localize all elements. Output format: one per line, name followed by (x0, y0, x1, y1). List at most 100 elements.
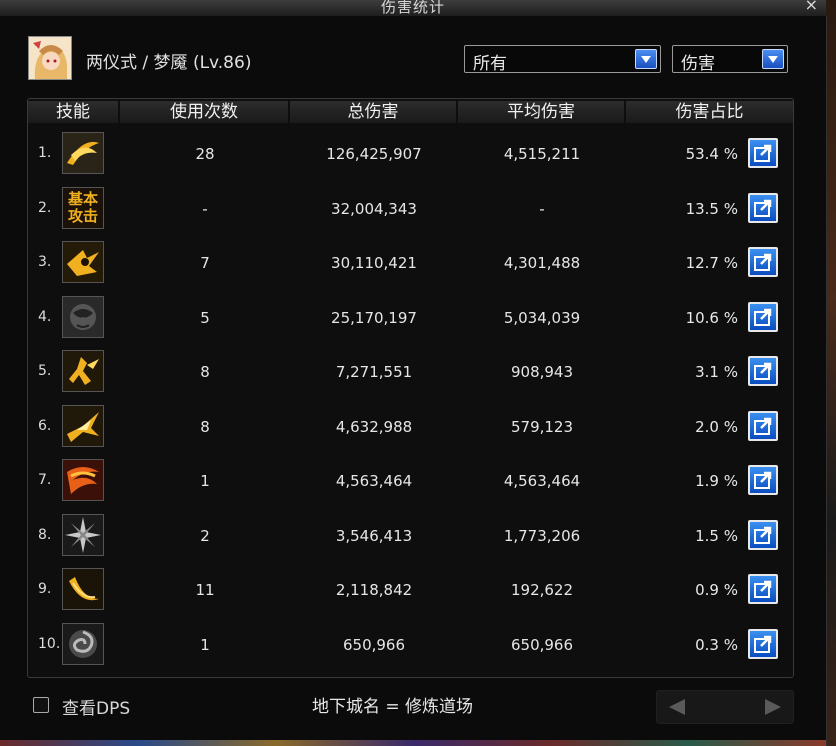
background-strip (826, 0, 836, 746)
row-index: 3. (38, 254, 52, 270)
next-page-button[interactable] (761, 697, 785, 717)
row-index: 1. (38, 145, 52, 161)
share-icon (754, 526, 772, 544)
damage-percent-cell: 53.4 % (685, 145, 738, 163)
detail-button[interactable] (748, 138, 778, 168)
row-index: 8. (38, 526, 52, 543)
total-damage-cell: 4,632,988 (335, 417, 413, 436)
share-icon (754, 635, 772, 653)
table-row[interactable]: 10. 1 650,966 650,966 0.3 % (28, 618, 793, 672)
arrow-left-icon (669, 699, 685, 715)
uses-cell: 28 (195, 145, 215, 163)
table-header: 技能 使用次数 总伤害 平均伤害 伤害占比 (28, 99, 793, 125)
header-average[interactable]: 平均伤害 (458, 101, 626, 123)
total-damage-cell: 126,425,907 (326, 145, 422, 163)
window-title: 伤害统计 (380, 0, 445, 16)
table-row[interactable]: 3. 7 30,110,421 4,301,488 12.7 % (28, 236, 793, 290)
total-damage-cell: 2,118,842 (335, 581, 413, 599)
total-damage-cell: 650,966 (342, 635, 406, 654)
damage-percent-cell: 1.9 % (695, 472, 738, 490)
metric-value: 伤害 (681, 54, 715, 74)
detail-button[interactable] (748, 410, 778, 441)
row-index: 6. (38, 417, 52, 434)
damage-percent-cell: 13.5 % (685, 199, 738, 218)
table-row[interactable]: 7. 1 4,563,464 4,563,464 1.9 % (28, 454, 793, 508)
table-row[interactable]: 6. 8 4,632,988 579,123 2.0 % (28, 400, 793, 454)
close-icon[interactable]: × (805, 0, 818, 14)
header-skill[interactable]: 技能 (28, 101, 120, 123)
detail-button[interactable] (748, 356, 778, 386)
total-damage-cell: 4,563,464 (335, 472, 413, 490)
damage-percent-cell: 10.6 % (685, 308, 738, 327)
chevron-down-icon[interactable] (762, 49, 784, 69)
average-damage-cell: 5,034,039 (503, 308, 581, 327)
average-damage-cell: 1,773,206 (503, 526, 581, 545)
scope-dropdown[interactable]: 所有 (464, 45, 661, 74)
damage-percent-cell: 0.9 % (695, 581, 738, 599)
share-icon (754, 417, 772, 435)
uses-cell: 8 (200, 363, 210, 381)
uses-cell: 8 (200, 417, 210, 436)
total-damage-cell: 3,546,413 (335, 526, 413, 545)
table-row[interactable]: 8. 2 3,546,413 1,773,206 1.5 % (28, 509, 793, 563)
average-damage-cell: 4,563,464 (503, 472, 581, 490)
average-damage-cell: 4,301,488 (503, 254, 581, 272)
total-damage-cell: 30,110,421 (331, 254, 417, 272)
uses-cell: 5 (200, 308, 210, 327)
row-index: 4. (38, 308, 52, 325)
detail-button[interactable] (748, 519, 778, 550)
scope-value: 所有 (473, 54, 507, 74)
header-percent[interactable]: 伤害占比 (626, 101, 793, 123)
table-row[interactable]: 5. 8 7,271,551 908,943 3.1 % (28, 345, 793, 399)
average-damage-cell: 650,966 (510, 635, 574, 654)
basic-attack-label: 基本攻击 (63, 187, 103, 228)
uses-cell: - (202, 199, 208, 218)
silver-star-icon (62, 513, 104, 556)
detail-button[interactable] (748, 574, 778, 604)
character-name: 两仪式 / 梦魇 (Lv.86) (86, 53, 252, 73)
chevron-down-icon[interactable] (635, 49, 657, 69)
row-index: 7. (38, 472, 52, 488)
share-icon (754, 362, 772, 380)
show-dps-label[interactable]: 查看DPS (62, 694, 130, 719)
uses-cell: 2 (200, 526, 210, 545)
prev-page-button[interactable] (665, 697, 689, 717)
title-bar[interactable]: 伤害统计 × (0, 0, 826, 17)
golden-slash-icon (62, 132, 104, 174)
pagination (656, 690, 794, 724)
total-damage-cell: 25,170,197 (331, 308, 417, 327)
header-total[interactable]: 总伤害 (290, 101, 458, 123)
damage-percent-cell: 12.7 % (685, 254, 738, 272)
detail-button[interactable] (748, 301, 778, 332)
average-damage-cell: 579,123 (510, 417, 574, 436)
uses-cell: 1 (200, 635, 210, 654)
detail-button[interactable] (748, 465, 778, 495)
metric-dropdown[interactable]: 伤害 (672, 45, 788, 74)
golden-burst-icon (62, 404, 104, 447)
game-hud-strip (0, 740, 826, 746)
average-damage-cell: 4,515,211 (503, 145, 581, 163)
character-avatar (28, 36, 72, 80)
golden-figure-icon (62, 350, 104, 392)
header-uses[interactable]: 使用次数 (120, 101, 290, 123)
table-row[interactable]: 2. 基本攻击 - 32,004,343 - 13.5 % (28, 182, 793, 236)
table-row[interactable]: 1. 28 126,425,907 4,515,211 53.4 % (28, 127, 793, 181)
total-damage-cell: 32,004,343 (331, 199, 417, 218)
dark-face-icon (62, 295, 104, 338)
damage-percent-cell: 2.0 % (695, 417, 738, 436)
share-icon (754, 308, 772, 326)
table-row[interactable]: 9. 11 2,118,842 192,622 0.9 % (28, 563, 793, 617)
uses-cell: 1 (200, 472, 210, 490)
table-row[interactable]: 4. 5 25,170,197 5,034,039 10.6 % (28, 291, 793, 345)
share-icon (754, 199, 772, 217)
share-icon (754, 144, 772, 162)
detail-button[interactable] (748, 628, 778, 659)
detail-button[interactable] (748, 192, 778, 223)
share-icon (754, 471, 772, 489)
golden-dash-icon (62, 241, 104, 283)
show-dps-checkbox[interactable] (33, 697, 49, 713)
average-damage-cell: - (539, 199, 545, 218)
detail-button[interactable] (748, 247, 778, 277)
arrow-right-icon (765, 699, 781, 715)
damage-percent-cell: 0.3 % (695, 635, 738, 654)
